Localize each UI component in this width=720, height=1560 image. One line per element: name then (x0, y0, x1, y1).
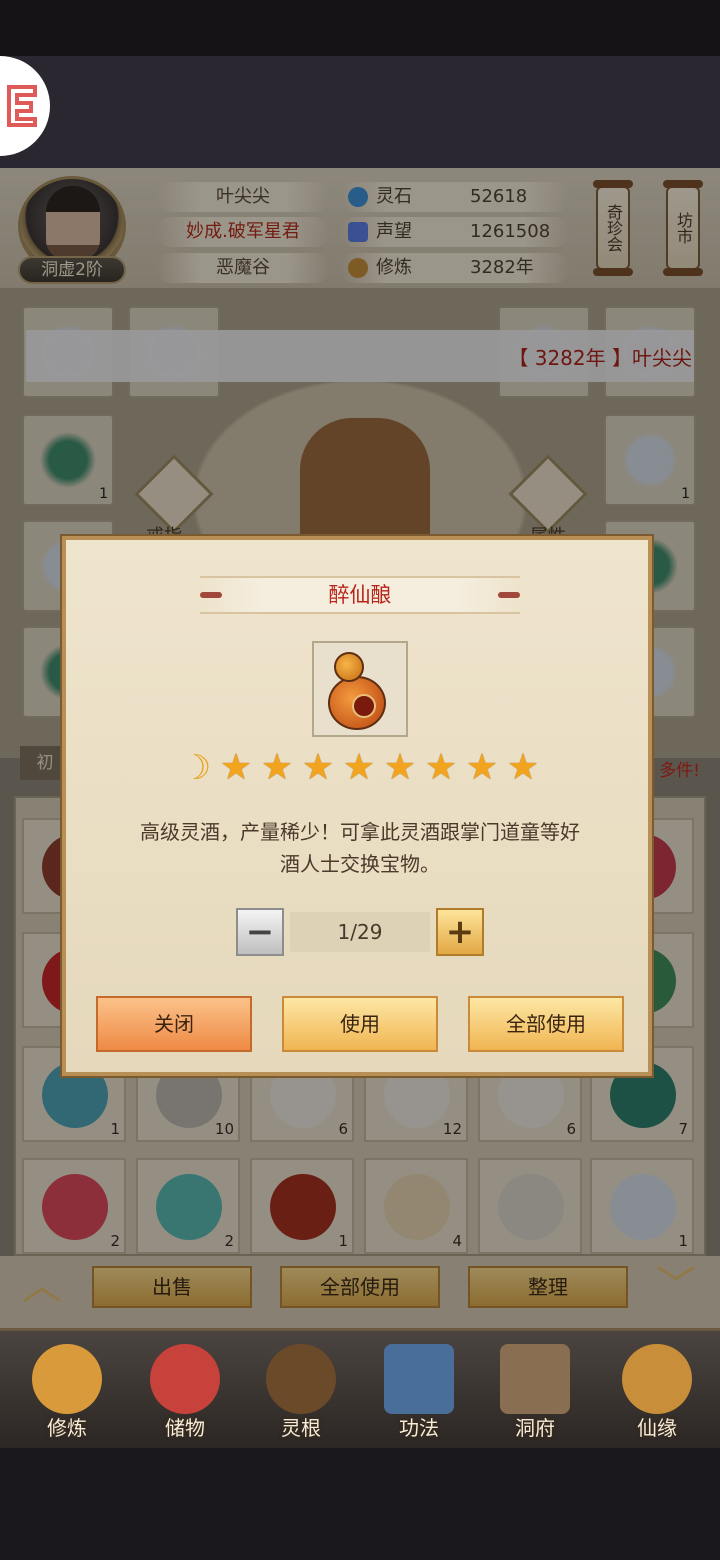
star-icon: ★ (383, 747, 417, 788)
nav-immortal-fate[interactable]: 仙缘 (612, 1344, 702, 1444)
star-icon: ★ (219, 747, 253, 788)
spirit-root-icon (266, 1344, 336, 1414)
use-all-dialog-button[interactable]: 全部使用 (468, 996, 624, 1052)
immortal-fate-icon (622, 1344, 692, 1414)
status-bar-area (0, 0, 720, 56)
increase-quantity-button[interactable]: + (436, 908, 484, 956)
dialog-title: 醉仙酿 (328, 583, 392, 607)
star-icon: ★ (506, 747, 540, 788)
top-banner (0, 56, 720, 168)
nav-label: 修炼 (47, 1416, 87, 1440)
use-button[interactable]: 使用 (282, 996, 438, 1052)
star-icon: ★ (260, 747, 294, 788)
close-button[interactable]: 关闭 (96, 996, 252, 1052)
description-line: 高级灵酒，产量稀少！可拿此灵酒跟掌门道童等好 (140, 820, 580, 844)
star-icon: ★ (301, 747, 335, 788)
quantity-field[interactable]: 1/29 (290, 912, 430, 952)
game-screen: 洞虚2阶 叶尖尖 妙成.破军星君 恶魔谷 灵石 52618 声望 1261508… (0, 0, 720, 1560)
nav-cultivation[interactable]: 修炼 (22, 1344, 112, 1444)
moon-icon: ☽ (180, 748, 212, 788)
item-rarity: ☽ ★ ★ ★ ★ ★ ★ ★ ★ (178, 748, 542, 788)
star-icon: ★ (342, 747, 376, 788)
cave-house-icon (500, 1344, 570, 1414)
star-rating: ★ ★ ★ ★ ★ ★ ★ ★ (217, 749, 542, 787)
nav-label: 储物 (165, 1416, 205, 1440)
decrease-quantity-button[interactable]: − (236, 908, 284, 956)
star-icon: ★ (424, 747, 458, 788)
technique-book-icon (384, 1344, 454, 1414)
nav-label: 灵根 (281, 1416, 321, 1440)
nav-label: 洞府 (515, 1416, 555, 1440)
description-line: 酒人士交换宝物。 (280, 852, 440, 876)
star-icon: ★ (465, 747, 499, 788)
item-detail-dialog (62, 536, 652, 1076)
gourd-neck (334, 652, 364, 682)
item-description: 高级灵酒，产量稀少！可拿此灵酒跟掌门道童等好 酒人士交换宝物。 (98, 816, 622, 880)
nav-storage[interactable]: 储物 (140, 1344, 230, 1444)
nav-label: 仙缘 (637, 1416, 677, 1440)
storage-bag-icon (150, 1344, 220, 1414)
bottom-dark-area (0, 1448, 720, 1560)
app-logo-icon (7, 85, 37, 127)
cultivation-nav-icon (32, 1344, 102, 1414)
nav-spirit-root[interactable]: 灵根 (256, 1344, 346, 1444)
gourd-seal (352, 694, 376, 718)
nav-technique[interactable]: 功法 (374, 1344, 464, 1444)
nav-label: 功法 (399, 1416, 439, 1440)
nav-cave-house[interactable]: 洞府 (490, 1344, 580, 1444)
